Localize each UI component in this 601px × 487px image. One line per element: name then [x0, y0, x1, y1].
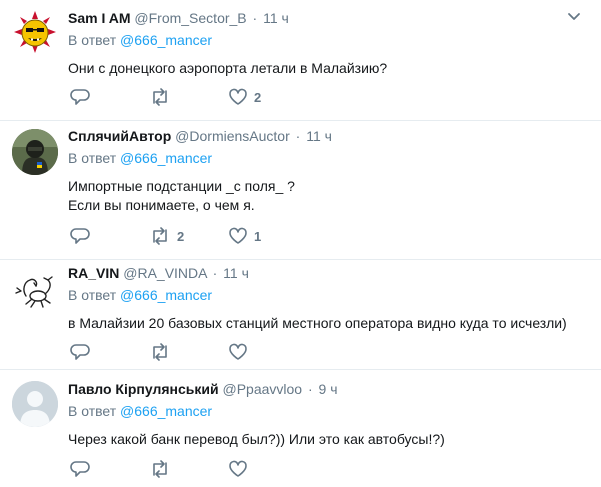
timestamp[interactable]: 11 ч — [306, 128, 332, 144]
tweet-header: СплячийАвтор @DormiensAuctor · 11 ч — [68, 128, 332, 144]
reply-button[interactable] — [70, 227, 149, 245]
tweet-header: Павло Кірпулянський @Ppaavvloo · 9 ч — [68, 381, 338, 397]
retweet-icon — [153, 460, 167, 478]
user-handle[interactable]: @DormiensAuctor — [175, 128, 290, 144]
reply-icon — [70, 344, 90, 360]
reply-context: В ответ @666_mancer — [68, 287, 213, 303]
tweet-actions: 2 1 — [70, 227, 307, 245]
retweet-button[interactable]: 2 — [149, 227, 228, 245]
reply-context: В ответ @666_mancer — [68, 403, 213, 419]
user-handle[interactable]: @RA_VINDA — [123, 265, 206, 281]
tweet-actions: 2 — [70, 88, 307, 106]
tweet[interactable]: Павло Кірпулянський @Ppaavvloo · 9 ч В о… — [0, 370, 601, 487]
reply-thread: Sam I AM @From_Sector_B · 11 ч В ответ @… — [0, 0, 601, 487]
like-button[interactable]: 2 — [228, 88, 307, 106]
reply-button[interactable] — [70, 460, 149, 478]
tweet-text: в Малайзии 20 базовых станций местного о… — [68, 315, 567, 331]
reply-icon — [70, 461, 90, 477]
timestamp[interactable]: 11 ч — [263, 10, 289, 26]
avatar[interactable] — [12, 129, 58, 175]
display-name[interactable]: Sam I AM — [68, 10, 131, 26]
tweet-header: RA_VIN @RA_VINDA · 11 ч — [68, 265, 249, 281]
like-button[interactable] — [228, 343, 307, 361]
reply-context: В ответ @666_mancer — [68, 150, 213, 166]
heart-icon — [229, 343, 247, 360]
retweet-button[interactable] — [149, 460, 228, 478]
retweet-button[interactable] — [149, 343, 228, 361]
heart-icon — [229, 227, 247, 244]
chevron-down-icon[interactable] — [567, 12, 581, 22]
reply-icon — [70, 228, 90, 244]
reply-context: В ответ @666_mancer — [68, 32, 213, 48]
user-handle[interactable]: @Ppaavvloo — [223, 381, 303, 397]
soldier-photo-icon — [12, 129, 58, 175]
display-name[interactable]: Павло Кірпулянський — [68, 381, 219, 397]
reply-user-link[interactable]: @666_mancer — [120, 32, 212, 48]
heart-icon — [229, 88, 247, 105]
tweet-header: Sam I AM @From_Sector_B · 11 ч — [68, 10, 289, 26]
tweet-actions — [70, 460, 307, 478]
avatar[interactable] — [12, 381, 58, 427]
reply-user-link[interactable]: @666_mancer — [120, 287, 212, 303]
retweet-icon — [153, 88, 167, 106]
like-button[interactable] — [228, 460, 307, 478]
timestamp[interactable]: 11 ч — [223, 265, 249, 281]
retweet-count: 2 — [177, 228, 185, 244]
like-count: 1 — [254, 228, 262, 244]
tweet-text: Через какой банк перевод был?)) Или это … — [68, 431, 445, 447]
tweet-text: Они с донецкого аэропорта летали в Малай… — [68, 60, 388, 76]
reply-button[interactable] — [70, 343, 149, 361]
default-profile-icon — [12, 381, 58, 427]
reply-user-link[interactable]: @666_mancer — [120, 403, 212, 419]
retweet-icon — [153, 227, 167, 245]
user-handle[interactable]: @From_Sector_B — [134, 10, 246, 26]
reply-user-link[interactable]: @666_mancer — [120, 150, 212, 166]
tweet-text: Импортные подстанции _с поля_ ? Если вы … — [68, 178, 295, 213]
retweet-button[interactable] — [149, 88, 228, 106]
tweet[interactable]: СплячийАвтор @DormiensAuctor · 11 ч В от… — [0, 121, 601, 260]
like-button[interactable]: 1 — [228, 227, 307, 245]
timestamp[interactable]: 9 ч — [319, 381, 338, 397]
retweet-icon — [153, 343, 167, 361]
avatar[interactable] — [12, 266, 58, 312]
scorpion-sketch-icon — [12, 266, 58, 312]
like-count: 2 — [254, 89, 262, 105]
display-name[interactable]: СплячийАвтор — [68, 128, 171, 144]
reply-button[interactable] — [70, 88, 149, 106]
avatar[interactable] — [12, 9, 58, 55]
tweet-actions — [70, 343, 307, 361]
reply-icon — [70, 89, 90, 105]
heart-icon — [229, 460, 247, 477]
tweet[interactable]: Sam I AM @From_Sector_B · 11 ч В ответ @… — [0, 0, 601, 121]
serious-sam-bomb-icon — [12, 9, 58, 55]
display-name[interactable]: RA_VIN — [68, 265, 119, 281]
tweet[interactable]: RA_VIN @RA_VINDA · 11 ч В ответ @666_man… — [0, 260, 601, 370]
